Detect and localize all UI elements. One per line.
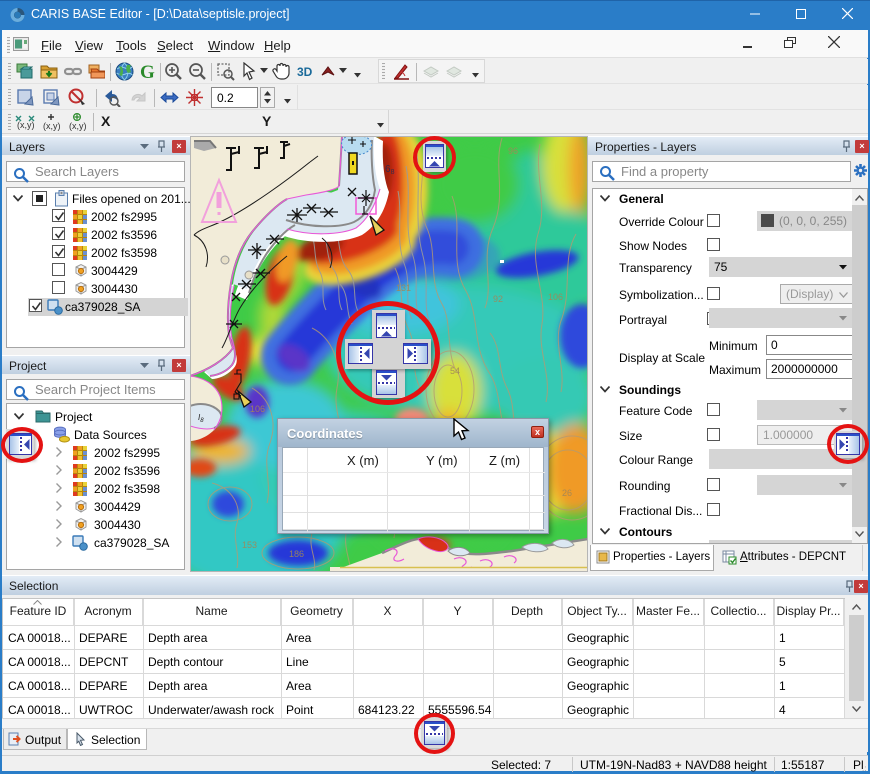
svg-text:153: 153 <box>242 540 257 550</box>
svg-text:186: 186 <box>289 549 304 559</box>
svg-text:3D: 3D <box>297 65 313 78</box>
svg-text:(x,y): (x,y) <box>17 120 35 130</box>
svg-text:96: 96 <box>508 146 518 156</box>
svg-text:G: G <box>140 62 155 81</box>
svg-text:26: 26 <box>562 488 572 498</box>
svg-text:106: 106 <box>250 404 265 414</box>
svg-text:106: 106 <box>548 292 563 302</box>
svg-text:(x,y): (x,y) <box>69 121 87 131</box>
svg-text:131: 131 <box>396 283 411 293</box>
svg-text:54: 54 <box>450 366 460 376</box>
svg-text:92: 92 <box>493 294 503 304</box>
svg-text:(x,y): (x,y) <box>43 121 61 131</box>
